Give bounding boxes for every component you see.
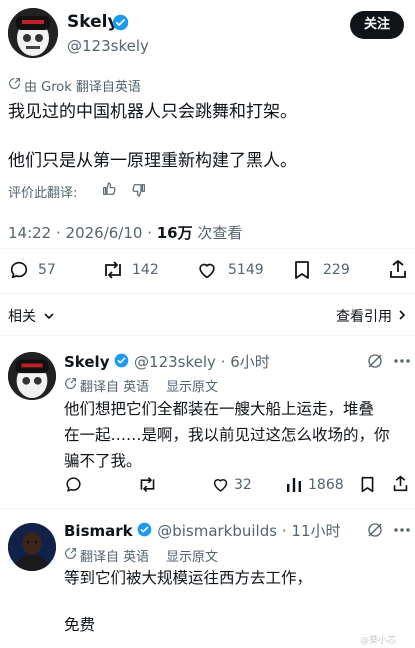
reply-avatar[interactable] bbox=[8, 352, 56, 400]
repost-count: 142 bbox=[132, 262, 159, 278]
verified-badge-icon bbox=[137, 522, 152, 541]
repost-icon[interactable] bbox=[101, 259, 125, 281]
divider bbox=[0, 248, 415, 249]
thumbs-down-icon[interactable] bbox=[131, 182, 147, 198]
reply-author-name[interactable]: Skely bbox=[64, 353, 109, 371]
share-icon[interactable] bbox=[388, 258, 408, 280]
reply-text-line2: 在一起……是啊，我以前见过这怎么收场的，你 bbox=[64, 426, 390, 444]
watermark: @葵小芯 bbox=[360, 636, 397, 646]
chevron-right-icon bbox=[398, 309, 407, 325]
bookmark-count: 229 bbox=[323, 262, 350, 278]
view-quotes-link[interactable]: 查看引用 bbox=[336, 306, 407, 326]
reply-time: · 6小时 bbox=[220, 353, 270, 371]
translate-icon bbox=[8, 77, 21, 90]
reply-author-handle[interactable]: @bismarkbuilds bbox=[157, 522, 277, 540]
more-options-icon[interactable] bbox=[393, 527, 411, 533]
reply-icon[interactable] bbox=[8, 259, 30, 281]
thumbs-up-icon[interactable] bbox=[101, 181, 117, 197]
show-original-link[interactable]: 显示原文 bbox=[166, 546, 218, 565]
view-quotes-label: 查看引用 bbox=[336, 309, 392, 325]
timestamp-text: 14:22 · 2026/6/10 · bbox=[8, 224, 157, 242]
reply-avatar[interactable] bbox=[8, 523, 56, 571]
bookmark-icon[interactable] bbox=[359, 475, 376, 494]
chevron-down-icon bbox=[43, 309, 55, 325]
reply-icon[interactable] bbox=[64, 475, 83, 494]
grok-icon[interactable] bbox=[366, 352, 384, 370]
more-options-icon[interactable] bbox=[393, 358, 411, 364]
reply-translated-from: 翻译自 英语 bbox=[80, 380, 150, 395]
reply-header: Bismark @bismarkbuilds · 11小时 bbox=[64, 520, 340, 541]
views-count: 16万 bbox=[156, 224, 193, 242]
verified-badge-icon bbox=[112, 14, 129, 35]
show-original-link[interactable]: 显示原文 bbox=[166, 376, 218, 395]
views-label: 次查看 bbox=[192, 224, 243, 242]
follow-button[interactable]: 关注 bbox=[350, 11, 404, 39]
grok-icon[interactable] bbox=[366, 521, 384, 539]
reply-text-line3: 骗不了我。 bbox=[64, 452, 142, 470]
heart-icon[interactable] bbox=[211, 475, 230, 494]
verified-badge-icon bbox=[114, 353, 129, 372]
reply-translated-from: 翻译自 英语 bbox=[80, 550, 150, 565]
reply-header: Skely @123skely · 6小时 bbox=[64, 351, 270, 372]
post-text-line2: 他们只是从第一原理重新构建了黑人。 bbox=[8, 151, 297, 171]
translate-icon bbox=[64, 547, 77, 560]
bookmark-icon[interactable] bbox=[292, 259, 312, 281]
sort-relevant-label: 相关 bbox=[8, 309, 36, 325]
sort-relevant-dropdown[interactable]: 相关 bbox=[8, 306, 55, 326]
views-icon[interactable] bbox=[285, 475, 303, 494]
reply-text-line2: 免费 bbox=[64, 616, 96, 634]
reply-author-handle[interactable]: @123skely bbox=[134, 353, 216, 371]
reply-like-count: 32 bbox=[234, 477, 252, 493]
reply-text-line1: 他们想把它们全都装在一艘大船上运走，堆叠 bbox=[64, 400, 375, 418]
rate-translation-label: 评价此翻译: bbox=[8, 186, 78, 201]
reply-views-count: 1868 bbox=[308, 477, 344, 493]
divider bbox=[0, 293, 415, 294]
translate-icon bbox=[64, 377, 77, 390]
reply-time: · 11小时 bbox=[281, 522, 341, 540]
post-timestamp: 14:22 · 2026/6/10 · 16万 次查看 bbox=[8, 222, 242, 243]
repost-icon[interactable] bbox=[137, 475, 158, 494]
author-handle[interactable]: @123skely bbox=[67, 37, 149, 55]
author-name[interactable]: Skely bbox=[67, 12, 119, 32]
post-text-line1: 我见过的中国机器人只会跳舞和打架。 bbox=[8, 102, 297, 122]
translation-note[interactable]: 由 Grok 翻译自英语 bbox=[24, 76, 141, 95]
reply-count: 57 bbox=[38, 262, 56, 278]
author-avatar[interactable] bbox=[8, 8, 58, 58]
like-count: 5149 bbox=[228, 262, 264, 278]
reply-text-line1: 等到它们被大规模运往西方去工作， bbox=[64, 569, 313, 587]
divider bbox=[0, 335, 415, 336]
reply-author-name[interactable]: Bismark bbox=[64, 522, 133, 540]
share-icon[interactable] bbox=[392, 474, 409, 493]
heart-icon[interactable] bbox=[196, 259, 218, 281]
divider bbox=[0, 508, 415, 509]
